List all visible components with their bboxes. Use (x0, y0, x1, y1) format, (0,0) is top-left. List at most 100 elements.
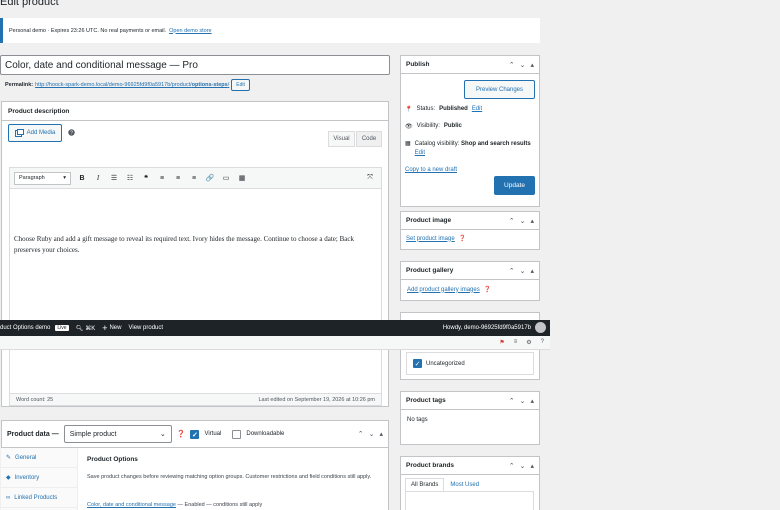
product-gallery-body: Add product gallery images ❓ (401, 280, 539, 299)
italic-icon[interactable]: I (93, 174, 103, 182)
help-icon[interactable]: ❓ (459, 235, 466, 242)
chevron-up-icon[interactable]: ⌃ (509, 267, 515, 275)
product-type-select[interactable]: Simple product ⌄ (63, 425, 172, 443)
bold-icon[interactable]: B (77, 175, 87, 182)
chevron-up-icon[interactable]: ⌃ (509, 397, 515, 405)
link-icon[interactable]: 🔗 (205, 174, 215, 182)
help-icon[interactable]: ❓ (177, 430, 186, 438)
set-product-image-link[interactable]: Set product image (406, 236, 455, 242)
add-media-label: Add Media (26, 130, 56, 136)
chevron-down-icon[interactable]: ⌄ (520, 217, 526, 225)
nav-linked-products[interactable]: ∞ Linked Products (1, 488, 77, 508)
align-right-icon[interactable]: ≡ (189, 175, 199, 182)
blockquote-icon[interactable]: ❝ (141, 174, 151, 182)
status-value: Published (439, 106, 468, 112)
chevron-down-icon[interactable]: ⌄ (520, 267, 526, 275)
numbered-list-icon[interactable]: ☷ (125, 174, 135, 182)
option-group-row: Color, date and conditional message — En… (87, 502, 262, 508)
read-more-icon[interactable]: ▭ (221, 174, 231, 182)
options-description: Save product changes before reviewing ma… (87, 474, 372, 480)
permalink-edit-button[interactable]: Edit (231, 79, 250, 91)
fullscreen-icon[interactable]: ⤧ (365, 174, 375, 182)
chevron-down-icon[interactable]: ⌄ (369, 430, 375, 438)
format-select-value: Paragraph (19, 175, 45, 181)
downloadable-checkbox[interactable] (232, 429, 242, 439)
category-checkbox[interactable]: ✓ (413, 359, 422, 368)
add-gallery-images-link[interactable]: Add product gallery images (407, 287, 480, 293)
virtual-checkbox[interactable]: ✓ (190, 429, 200, 439)
box-controls[interactable]: ⌃ ⌄ ▴ (509, 61, 534, 69)
box-controls[interactable]: ⌃ ⌄ ▴ (509, 267, 534, 275)
align-left-icon[interactable]: ≡ (157, 175, 167, 182)
chevron-down-icon[interactable]: ⌄ (520, 462, 526, 470)
box-controls[interactable]: ⌃ ⌄ ▴ (358, 430, 383, 438)
tab-visual[interactable]: Visual (328, 131, 355, 147)
toolbar-toggle-icon[interactable]: ▦ (237, 174, 247, 182)
chevron-up-icon[interactable]: ⌃ (358, 430, 364, 438)
bullet-list-icon[interactable]: ☰ (109, 174, 119, 182)
open-demo-store-link[interactable]: Open demo store (169, 28, 212, 34)
list-icon[interactable]: ≡ (514, 339, 518, 346)
gear-icon[interactable]: ⚙ (526, 339, 531, 346)
account-menu[interactable]: Howdy, demo-96925fd9f0a5917b (443, 322, 546, 333)
description-content[interactable]: Choose Ruby and add a gift message to re… (14, 234, 374, 256)
view-product-link[interactable]: View product (128, 325, 163, 331)
nav-inventory[interactable]: ◆ Inventory (1, 468, 77, 488)
chevron-up-icon[interactable]: ⌃ (509, 61, 515, 69)
nav-general[interactable]: ✎ General (1, 448, 77, 468)
command-search[interactable]: 🔍︎ ⌘K (76, 325, 96, 332)
product-type-value: Simple product (69, 430, 117, 438)
catalog-edit-link[interactable]: Edit (415, 150, 425, 156)
toggle-arrow-icon[interactable]: ▴ (530, 397, 534, 405)
chevron-up-icon[interactable]: ⌃ (509, 217, 515, 225)
site-name[interactable]: duct Options demo Live (0, 325, 69, 331)
visibility-label: Visibility: (416, 123, 440, 129)
new-menu[interactable]: + New (102, 323, 121, 333)
tab-most-used[interactable]: Most Used (444, 478, 485, 491)
toggle-arrow-icon[interactable]: ▴ (530, 217, 534, 225)
chevron-up-icon[interactable]: ⌃ (509, 462, 515, 470)
toggle-arrow-icon[interactable]: ▴ (530, 462, 534, 470)
preview-changes-button[interactable]: Preview Changes (464, 80, 535, 99)
help-icon[interactable]: ❓ (484, 286, 491, 293)
status-row: 📍 Status: Published Edit (405, 106, 482, 113)
product-brands-heading: Product brands ⌃ ⌄ ▴ (401, 457, 539, 475)
format-select[interactable]: Paragraph ▾ (14, 171, 71, 185)
toggle-arrow-icon[interactable]: ▴ (530, 61, 534, 69)
last-edited: Last edited on September 19, 2026 at 10:… (258, 396, 376, 403)
toggle-arrow-icon[interactable]: ▴ (379, 430, 383, 438)
tab-code[interactable]: Code (356, 131, 382, 147)
update-button[interactable]: Update (494, 176, 535, 195)
chevron-down-icon: ⌄ (159, 431, 166, 438)
product-image-body: Set product image ❓ (401, 230, 539, 247)
editor-toolbar: Paragraph ▾ B I ☰ ☷ ❝ ≡ ≡ ≡ 🔗 ▭ ▦ ⤧ (9, 167, 382, 189)
tab-all-brands[interactable]: All Brands (405, 478, 445, 491)
toggle-arrow-icon[interactable]: ▴ (530, 267, 534, 275)
wrench-icon: ✎ (6, 455, 12, 461)
align-center-icon[interactable]: ≡ (173, 175, 183, 182)
add-media-button[interactable]: Add Media (8, 124, 62, 142)
help-icon[interactable]: ? (541, 339, 544, 346)
status-edit-link[interactable]: Edit (472, 106, 482, 112)
status-label: Status: (416, 106, 436, 112)
new-label: New (109, 325, 122, 331)
avatar (535, 322, 546, 333)
notification-icon[interactable]: ⚑ (499, 339, 504, 346)
permalink-prefix: http://hoock-spark-demo.local/demo-96925… (35, 82, 192, 88)
product-image-title: Product image (406, 217, 452, 224)
live-badge: Live (55, 325, 69, 331)
editor-area[interactable] (9, 189, 382, 394)
copy-to-draft-link[interactable]: Copy to a new draft (405, 167, 457, 173)
option-group-link[interactable]: Color, date and conditional message (87, 502, 176, 508)
box-controls[interactable]: ⌃ ⌄ ▴ (509, 462, 534, 470)
chevron-down-icon: ▾ (63, 175, 66, 181)
chevron-down-icon[interactable]: ⌄ (520, 397, 526, 405)
help-icon[interactable]: ? (68, 129, 75, 136)
product-title-input[interactable]: Color, date and conditional message — Pr… (0, 55, 390, 75)
chevron-down-icon[interactable]: ⌄ (520, 61, 526, 69)
box-controls[interactable]: ⌃ ⌄ ▴ (509, 397, 534, 405)
box-controls[interactable]: ⌃ ⌄ ▴ (509, 217, 534, 225)
permalink-link[interactable]: http://hoock-spark-demo.local/demo-96925… (35, 82, 229, 88)
product-gallery-title: Product gallery (406, 267, 454, 274)
eye-icon: 👁 (405, 124, 413, 130)
